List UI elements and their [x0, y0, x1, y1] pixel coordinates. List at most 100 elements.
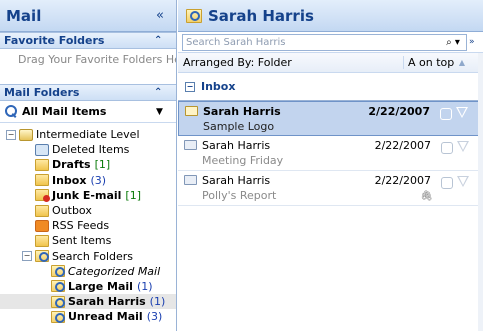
folder-item[interactable]: − Search Folders [0, 249, 176, 264]
message-date: 2/22/2007 [368, 105, 430, 118]
envelope-icon [178, 171, 198, 205]
message-body: Sarah Harris Polly's Report [198, 171, 483, 205]
message-list: Sarah Harris Sample Logo 2/22/2007 Sarah Ha… [178, 101, 483, 206]
message-row[interactable]: Sarah Harris Sample Logo 2/22/2007 [178, 101, 483, 136]
favorite-folders-header[interactable]: Favorite Folders ⌃ [0, 32, 176, 49]
nav-header: Mail « [0, 0, 176, 32]
trash-folder-icon [35, 143, 49, 156]
favorite-folders-label: Favorite Folders [4, 34, 105, 47]
folder-label: Inbox [52, 173, 87, 187]
message-list-pane: Sarah Harris ⌕ ▾ » Arranged By: Folder A… [178, 0, 483, 331]
inbox-group-header[interactable]: − Inbox [178, 73, 483, 101]
search-box[interactable]: ⌕ ▾ [182, 33, 467, 51]
folder-item[interactable]: − Intermediate Level [0, 127, 176, 142]
category-icon[interactable] [441, 142, 453, 154]
search-folder-icon [51, 310, 65, 323]
mail-folders-chevron-icon[interactable]: ⌃ [154, 87, 170, 98]
arrange-bar: Arranged By: Folder A on top ▲ [178, 53, 483, 73]
folder-item[interactable]: Categorized Mail [0, 264, 176, 279]
sort-arrow-icon: ▲ [458, 58, 465, 67]
all-mail-items-selector[interactable]: All Mail Items ▼ [0, 101, 176, 123]
message-subject: Polly's Report [202, 189, 277, 202]
collapse-group-icon[interactable]: − [185, 81, 195, 92]
message-row[interactable]: Sarah Harris Polly's Report 2/22/2007 🖇 [178, 171, 483, 206]
folder-item[interactable]: Unread Mail (3) [0, 309, 176, 324]
folder-label: Categorized Mail [68, 264, 161, 278]
rss-folder-icon [35, 219, 49, 232]
envelope-icon [179, 102, 199, 135]
nav-title: Mail [6, 6, 42, 25]
folder-item[interactable]: Large Mail (1) [0, 279, 176, 294]
folder-label: Drafts [52, 158, 91, 172]
collapse-folder-icon[interactable]: − [6, 129, 16, 140]
folder-tree: − Intermediate Level Deleted Items Drafts [1… [0, 123, 176, 324]
search-bar: ⌕ ▾ » [178, 32, 483, 53]
category-icon[interactable] [441, 177, 453, 189]
folder-folder-icon [35, 234, 49, 247]
folder-item[interactable]: Deleted Items [0, 142, 176, 157]
search-input[interactable] [186, 36, 440, 48]
favorite-folders-hint: Drag Your Favorite Folders Here [18, 53, 176, 66]
folder-item[interactable]: Inbox (3) [0, 173, 176, 188]
folder-label: Sarah Harris [68, 295, 146, 309]
search-options-button[interactable]: ⌕ ▾ [440, 35, 466, 50]
folder-item[interactable]: Sarah Harris (1) [0, 294, 176, 310]
expand-query-builder-icon[interactable]: » [469, 37, 479, 47]
folder-header: Sarah Harris [178, 0, 483, 32]
unread-count: (3) [90, 173, 107, 187]
message-date: 2/22/2007 [374, 139, 431, 152]
flag-icon[interactable] [457, 141, 469, 152]
dropdown-arrow-icon[interactable]: ▼ [156, 107, 172, 117]
search-folder-icon [35, 250, 49, 263]
message-row[interactable]: Sarah Harris Meeting Friday 2/22/2007 [178, 136, 483, 171]
folder-label: Unread Mail [68, 310, 143, 324]
envelope-icon [178, 136, 198, 170]
flag-icon[interactable] [457, 176, 469, 187]
folder-folder-icon [35, 204, 49, 217]
unread-count: (1) [136, 279, 153, 293]
folder-label: Sent Items [52, 234, 112, 248]
search-folder-icon [186, 8, 202, 23]
search-folder-icon [51, 280, 65, 293]
unread-count: [1] [94, 158, 111, 172]
mail-folders-label: Mail Folders [4, 86, 80, 99]
attachment-icon: 🖇 [420, 191, 433, 202]
sort-order-label: A on top [408, 56, 455, 69]
collapse-pane-icon[interactable]: « [156, 8, 172, 23]
search-folder-icon [4, 104, 18, 119]
sort-order-button[interactable]: A on top ▲ [403, 56, 483, 69]
folder-label: RSS Feeds [52, 219, 110, 233]
folder-folder-icon [35, 174, 49, 187]
folder-item[interactable]: Sent Items [0, 233, 176, 248]
folder-label: Junk E-mail [52, 188, 122, 202]
unread-count: (3) [146, 310, 163, 324]
folder-item[interactable]: Junk E-mail [1] [0, 188, 176, 203]
folder-item[interactable]: Outbox [0, 203, 176, 218]
message-body: Sarah Harris Meeting Friday [198, 136, 483, 170]
folder-item[interactable]: Drafts [1] [0, 157, 176, 172]
navigation-pane: Mail « Favorite Folders ⌃ Drag Your Favo… [0, 0, 177, 331]
org-folder-icon [19, 128, 33, 141]
message-subject: Meeting Friday [202, 154, 284, 167]
unread-count: (1) [149, 295, 166, 309]
search-folder-icon [51, 265, 65, 278]
message-date: 2/22/2007 [374, 174, 431, 187]
folder-label: Search Folders [52, 249, 134, 263]
category-icon[interactable] [440, 108, 452, 120]
folder-label: Deleted Items [52, 143, 130, 157]
junk-folder-icon [35, 189, 50, 203]
message-subject: Sample Logo [203, 120, 275, 133]
arranged-by-button[interactable]: Arranged By: Folder [178, 56, 403, 69]
folder-label: Intermediate Level [36, 128, 140, 142]
unread-count: [1] [125, 188, 141, 202]
flag-icon[interactable] [456, 107, 468, 118]
group-label: Inbox [201, 80, 236, 93]
folder-item[interactable]: RSS Feeds [0, 218, 176, 233]
scrollbar[interactable] [478, 53, 483, 331]
search-folder-icon [51, 295, 65, 308]
favorite-folders-chevron-icon[interactable]: ⌃ [154, 35, 170, 46]
folder-label: Outbox [52, 204, 92, 218]
folder-title: Sarah Harris [208, 6, 314, 25]
mail-folders-header[interactable]: Mail Folders ⌃ [0, 84, 176, 101]
collapse-folder-icon[interactable]: − [22, 251, 32, 262]
